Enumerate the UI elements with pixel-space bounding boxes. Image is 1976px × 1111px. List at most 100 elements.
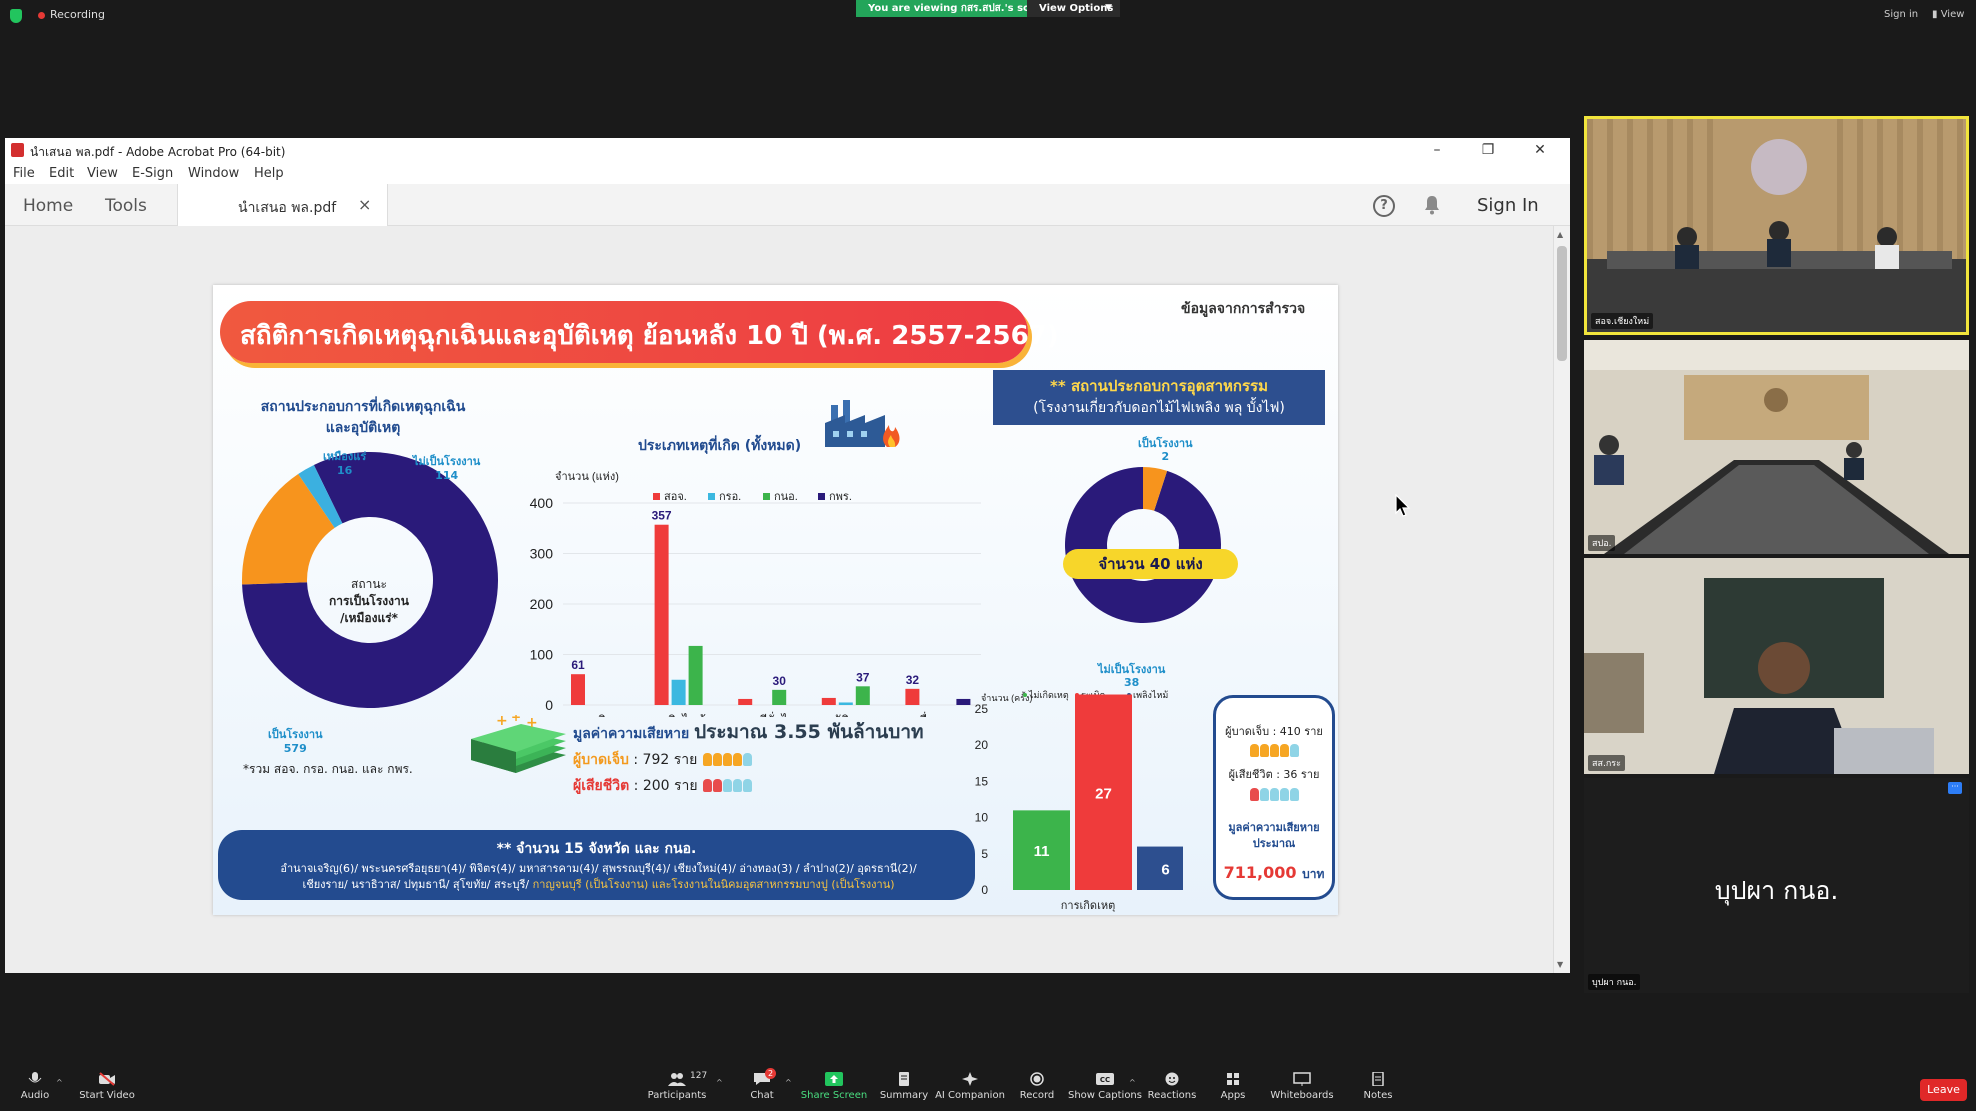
bar2-y-tick-label: 20 bbox=[975, 738, 989, 752]
person-icon bbox=[1270, 788, 1279, 801]
more-options-icon[interactable]: ··· bbox=[1948, 782, 1962, 794]
participants-count: 127 bbox=[690, 1071, 708, 1081]
notes-label: Notes bbox=[1363, 1090, 1393, 1101]
donut-center-line3: /เหมืองแร่* bbox=[340, 611, 398, 625]
dead-summary: ผู้เสียชีวิต : 200 ราย bbox=[573, 775, 753, 797]
menu-help[interactable]: Help bbox=[254, 166, 284, 181]
pdf-page-slide: สถิติการเกิดเหตุฉุกเฉินและอุบัติเหตุ ย้อ… bbox=[213, 285, 1338, 915]
person-icon bbox=[712, 753, 722, 766]
card-injured: ผู้บาดเจ็บ : 410 ราย bbox=[1225, 725, 1323, 738]
menu-edit[interactable]: Edit bbox=[49, 166, 74, 181]
zoom-top-bar: Recording You are viewing กสร.สปส.'s scr… bbox=[0, 0, 1976, 30]
share-screen-button[interactable]: Share Screen bbox=[794, 1060, 874, 1101]
bar-legend-label: สอจ. bbox=[664, 491, 687, 503]
bell-icon[interactable] bbox=[1423, 195, 1441, 215]
menu-view[interactable]: View bbox=[87, 166, 118, 181]
start-video-button[interactable]: Start Video bbox=[67, 1060, 147, 1101]
apps-button[interactable]: Apps bbox=[1193, 1060, 1273, 1101]
acrobat-tab-bar: Home Tools นำเสนอ พล.pdf × ? Sign In bbox=[5, 184, 1570, 226]
menu-esign[interactable]: E-Sign bbox=[132, 166, 173, 181]
bar2-data-label: 27 bbox=[1095, 785, 1112, 802]
source-note: ข้อมูลจากการสำรวจ bbox=[1181, 301, 1306, 317]
chat-badge: 2 bbox=[765, 1068, 777, 1079]
svg-text:+: + bbox=[526, 715, 538, 731]
document-tab-label: นำเสนอ พล.pdf bbox=[238, 200, 337, 216]
vertical-scrollbar[interactable]: ▲ ▼ bbox=[1553, 226, 1570, 973]
notes-button[interactable]: Notes bbox=[1338, 1060, 1418, 1101]
tab-document[interactable]: นำเสนอ พล.pdf × bbox=[177, 184, 388, 226]
bar2-y-tick-label: 25 bbox=[975, 702, 989, 716]
audio-label: Audio bbox=[20, 1090, 50, 1101]
right-label-factory: เป็นโรงงาน 2 bbox=[1138, 437, 1193, 463]
person-icon bbox=[723, 779, 733, 792]
audio-caret-icon[interactable]: ^ bbox=[56, 1078, 63, 1087]
close-icon[interactable]: × bbox=[358, 195, 371, 214]
stats-card: ผู้บาดเจ็บ : 410 ราย ผู้เสียชีวิต : 36 ร… bbox=[1213, 695, 1335, 900]
scroll-down-icon[interactable]: ▼ bbox=[1557, 960, 1563, 969]
whiteboard-icon bbox=[1293, 1072, 1311, 1086]
label-nonfactory: ไม่เป็นโรงงาน 114 bbox=[413, 455, 480, 483]
leave-button[interactable]: Leave bbox=[1920, 1079, 1967, 1101]
label-mine: เหมืองแร่ 16 bbox=[323, 450, 366, 478]
bar-mark bbox=[671, 679, 686, 705]
whiteboards-button[interactable]: Whiteboards bbox=[1262, 1060, 1342, 1101]
person-icon bbox=[743, 779, 753, 792]
participant-tile[interactable]: สส.กระ bbox=[1584, 558, 1969, 774]
acrobat-sign-in-button[interactable]: Sign In bbox=[1477, 195, 1539, 216]
help-icon[interactable]: ? bbox=[1373, 195, 1395, 217]
close-window-button[interactable]: ✕ bbox=[1525, 140, 1555, 160]
bar-legend-swatch bbox=[818, 493, 825, 500]
province-banner: ** จำนวน 15 จังหวัด และ กนอ. อำนาจเจริญ(… bbox=[218, 830, 975, 900]
province-list-line2: เชียงราย/ นราธิวาส/ ปทุมธานี/ สุโขทัย/ ส… bbox=[302, 878, 530, 891]
bar-y-tick-label: 200 bbox=[530, 596, 554, 612]
bar-data-label: 37 bbox=[856, 670, 870, 684]
person-icon bbox=[742, 753, 752, 766]
bar-legend-swatch bbox=[653, 493, 660, 500]
pdf-icon bbox=[11, 143, 24, 157]
bar-mark bbox=[654, 524, 669, 705]
menu-file[interactable]: File bbox=[13, 166, 35, 181]
injured-value: : 792 ราย bbox=[633, 752, 698, 768]
tab-tools[interactable]: Tools bbox=[105, 196, 147, 216]
zoom-sign-in-link[interactable]: Sign in bbox=[1884, 9, 1918, 20]
participant-tile[interactable]: บุปผา กนอ. บุปผา กนอ. bbox=[1584, 778, 1969, 993]
scrollbar-thumb[interactable] bbox=[1557, 246, 1567, 361]
bar-mark bbox=[905, 688, 920, 705]
sparkle-icon bbox=[962, 1072, 978, 1086]
label-factory-text: เป็นโรงงาน bbox=[268, 728, 323, 741]
count-pill: จำนวน 40 แห่ง bbox=[1063, 549, 1238, 579]
tab-home[interactable]: Home bbox=[23, 196, 73, 216]
bar-mark bbox=[688, 645, 703, 705]
bar-y-tick-label: 100 bbox=[530, 647, 554, 663]
province-list-line1: อำนาจเจริญ(6)/ พระนครศรีอยุธยา(4)/ พิจิต… bbox=[280, 862, 917, 875]
participant-tile[interactable]: สอจ.เชียงใหม่ bbox=[1584, 116, 1969, 335]
bar2-data-label: 6 bbox=[1161, 861, 1169, 878]
dead-label: ผู้เสียชีวิต bbox=[573, 778, 630, 794]
bar-y-tick-label: 400 bbox=[530, 495, 554, 511]
slide-title: สถิติการเกิดเหตุฉุกเฉินและอุบัติเหตุ ย้อ… bbox=[240, 321, 1059, 351]
label-mine-value: 16 bbox=[336, 464, 353, 477]
person-icon bbox=[722, 753, 732, 766]
bar2-legend-label: เพลิงไหม้ bbox=[1133, 690, 1168, 700]
view-options-button[interactable]: View Options ▼ bbox=[1027, 0, 1120, 17]
donut-center-line2: การเป็นโรงงาน bbox=[329, 594, 409, 608]
audio-button[interactable]: Audio bbox=[0, 1060, 75, 1101]
participant-tile[interactable]: สปอ. bbox=[1584, 340, 1969, 554]
minimize-button[interactable]: – bbox=[1422, 140, 1452, 160]
zoom-view-button[interactable]: ▮ View bbox=[1932, 9, 1964, 20]
person-icon bbox=[703, 779, 713, 792]
bar-legend-label: กพร. bbox=[829, 491, 852, 503]
label-nonfactory-value: 114 bbox=[435, 469, 459, 482]
restore-button[interactable]: ❐ bbox=[1473, 140, 1503, 160]
menu-window[interactable]: Window bbox=[188, 166, 239, 181]
svg-text:CC: CC bbox=[1100, 1076, 1110, 1084]
person-icon bbox=[732, 753, 742, 766]
bar-mark bbox=[738, 698, 753, 705]
label-nonfactory-text: ไม่เป็นโรงงาน bbox=[413, 455, 481, 468]
bar-legend-label: กนอ. bbox=[774, 491, 798, 503]
record-icon bbox=[1030, 1072, 1044, 1086]
person-icon bbox=[1250, 788, 1259, 801]
scroll-up-icon[interactable]: ▲ bbox=[1557, 230, 1563, 239]
menu-bar: File Edit View E-Sign Window Help bbox=[5, 162, 1570, 184]
chat-caret-icon[interactable]: ^ bbox=[785, 1078, 792, 1087]
